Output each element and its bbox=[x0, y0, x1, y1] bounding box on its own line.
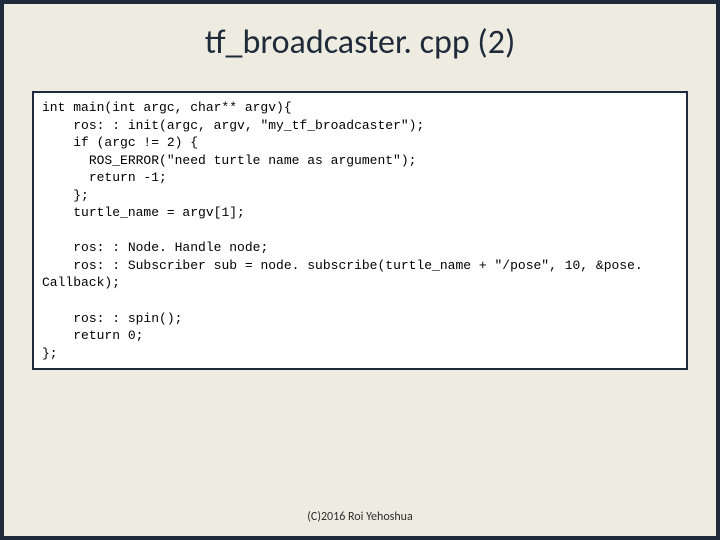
code-block: int main(int argc, char** argv){ ros: : … bbox=[32, 91, 688, 370]
page-title: tf_broadcaster. cpp (2) bbox=[4, 4, 716, 73]
footer-copyright: (C)2016 Roi Yehoshua bbox=[4, 510, 716, 536]
